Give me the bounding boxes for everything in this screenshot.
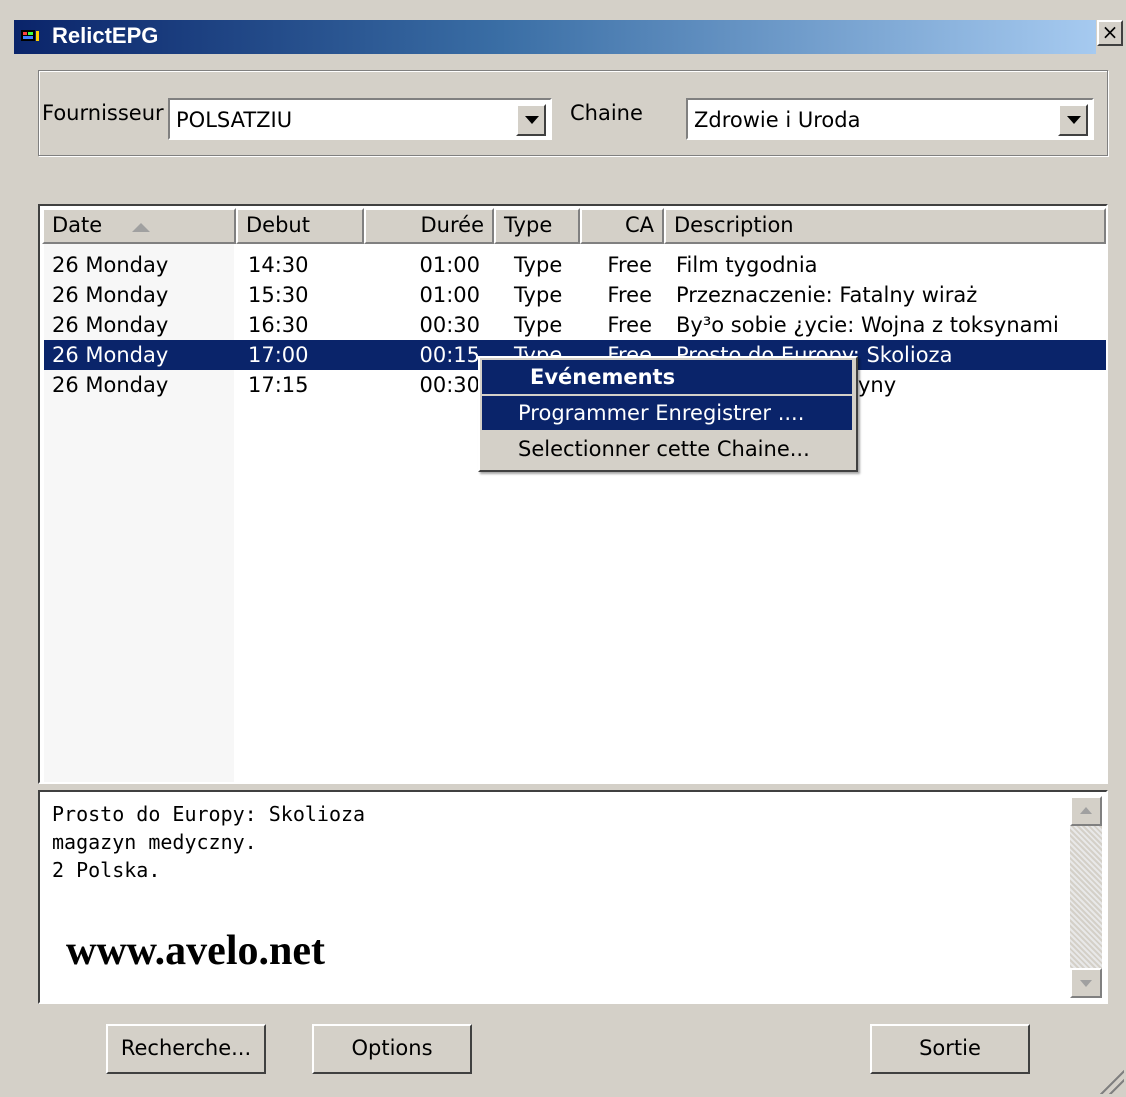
close-icon: ×: [1101, 20, 1119, 44]
provider-label: Fournisseur: [42, 101, 164, 125]
epg-list[interactable]: Date Debut Durée Type CA Description 26 …: [38, 204, 1108, 784]
title-bar-gradient[interactable]: [14, 20, 1096, 54]
options-button[interactable]: Options: [312, 1024, 472, 1074]
exit-button[interactable]: Sortie: [870, 1024, 1030, 1074]
resize-grip-icon[interactable]: [1100, 1070, 1124, 1094]
details-memo[interactable]: Prosto do Europy: Skolioza magazyn medyc…: [38, 790, 1108, 1004]
col-header-type[interactable]: Type: [494, 208, 580, 244]
details-line: 2 Polska.: [52, 858, 161, 882]
details-line: Prosto do Europy: Skolioza: [52, 802, 366, 826]
menu-item-select-channel[interactable]: Selectionner cette Chaine...: [482, 432, 852, 466]
table-row[interactable]: 26 Monday 16:30 00:30 Type Free By³o sob…: [44, 310, 1106, 340]
col-header-duree[interactable]: Durée: [364, 208, 494, 244]
watermark-text: www.avelo.net: [66, 928, 325, 974]
table-row[interactable]: 26 Monday 14:30 01:00 Type Free Film tyg…: [44, 250, 1106, 280]
sort-ascending-icon: [132, 223, 150, 232]
provider-value: POLSATZIU: [176, 108, 293, 132]
channel-label: Chaine: [570, 101, 643, 125]
close-button[interactable]: ×: [1097, 20, 1123, 46]
provider-combo[interactable]: POLSATZIU: [168, 98, 552, 140]
context-menu: Evénements Programmer Enregistrer .... S…: [478, 356, 858, 472]
scroll-up-icon[interactable]: [1070, 796, 1102, 826]
channel-combo[interactable]: Zdrowie i Uroda: [686, 98, 1094, 140]
scroll-down-icon[interactable]: [1070, 968, 1102, 998]
col-header-description[interactable]: Description: [664, 208, 1106, 244]
col-header-debut[interactable]: Debut: [236, 208, 364, 244]
window-title: RelictEPG: [52, 23, 159, 48]
col-header-date[interactable]: Date: [42, 208, 236, 244]
chevron-down-icon[interactable]: [516, 104, 546, 136]
col-header-ca[interactable]: CA: [580, 208, 664, 244]
context-menu-title: Evénements: [482, 360, 852, 394]
chevron-down-icon[interactable]: [1058, 104, 1088, 136]
channel-value: Zdrowie i Uroda: [694, 108, 861, 132]
app-icon: [21, 30, 39, 41]
menu-item-schedule-recording[interactable]: Programmer Enregistrer ....: [482, 396, 852, 430]
details-line: magazyn medyczny.: [52, 830, 257, 854]
table-row[interactable]: 26 Monday 15:30 01:00 Type Free Przeznac…: [44, 280, 1106, 310]
search-button[interactable]: Recherche...: [106, 1024, 266, 1074]
vertical-scrollbar[interactable]: [1070, 796, 1102, 998]
